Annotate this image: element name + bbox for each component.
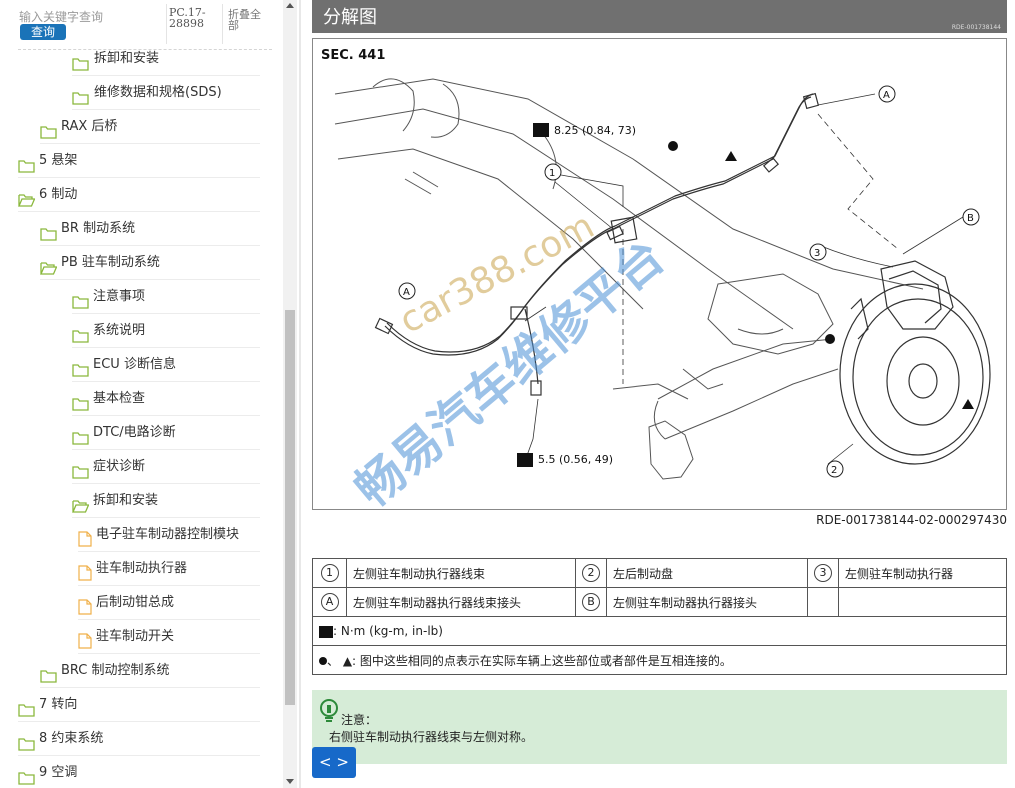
note-box: 注意： 右侧驻车制动执行器线束与左侧对称。 <box>312 690 1007 764</box>
search-button[interactable]: 查询 <box>20 24 66 40</box>
tree-item-label: RAX 后桥 <box>61 119 118 134</box>
tree-item-label: 驻车制动开关 <box>96 629 175 644</box>
folder-open-icon <box>18 187 36 221</box>
folder-open-icon <box>40 255 58 289</box>
legend-table: 1 左侧驻车制动执行器线束 2 左后制动盘 3 左侧驻车制动执行器 A 左侧驻车… <box>312 558 1007 675</box>
tree-item-label: 拆卸和安装 <box>93 493 159 508</box>
lightbulb-icon <box>320 699 338 722</box>
table-row: A 左侧驻车制动器执行器线束接头 B 左侧驻车制动器执行器接头 <box>312 587 1007 617</box>
tree-item-label: 后制动钳总成 <box>96 595 175 610</box>
scroll-down-arrow-icon[interactable] <box>286 779 294 784</box>
legend-text: 左侧驻车制动器执行器线束接头 <box>346 587 576 617</box>
exploded-view-figure: SEC. 441 8.25 (0.84, 73) 5.5 (0.56, 49) … <box>312 38 1007 510</box>
figure-code: RDE-001738144-02-000297430 <box>816 513 1007 527</box>
page-title: 分解图 <box>323 7 377 28</box>
dot-icon <box>319 657 327 665</box>
torque-wrench-icon <box>319 625 333 638</box>
document-code: PC.17-28898 <box>169 6 206 30</box>
left-navigation-pane: 输入关键字查询 查询 PC.17-28898 折叠全部 拆卸和安装 维修数据和规… <box>0 0 283 788</box>
tree-item-label: ECU 诊断信息 <box>93 357 176 372</box>
legend-empty <box>806 587 840 617</box>
sec-label: SEC. 441 <box>321 48 385 63</box>
tree-item-label: 6 制动 <box>39 187 78 202</box>
legend-mark: A <box>312 587 347 617</box>
callout-3: 3 <box>814 248 820 259</box>
callout-b: B <box>967 213 974 224</box>
tree-item[interactable]: 8 约束系统 <box>18 722 260 756</box>
legend-text: 左侧驻车制动执行器 <box>838 558 1007 588</box>
tree-item-label: 症状诊断 <box>93 459 146 474</box>
tree-item[interactable]: ECU 诊断信息 <box>72 348 260 382</box>
legend-mark: 3 <box>806 558 840 588</box>
tree-item[interactable]: 6 制动 <box>18 178 260 212</box>
scrollbar[interactable] <box>283 0 297 788</box>
tree-item-label: 5 悬架 <box>39 153 78 168</box>
tree-item[interactable]: 维修数据和规格(SDS) <box>72 76 260 110</box>
legend-units: : N·m (kg-m, in-lb) <box>312 616 1007 646</box>
tree-item[interactable]: BR 制动系统 <box>40 212 260 246</box>
table-row: : N·m (kg-m, in-lb) <box>312 616 1007 646</box>
tree-item-label: 注意事项 <box>93 289 146 304</box>
torque-label: 8.25 (0.84, 73) <box>554 124 636 137</box>
section-header: 分解图 RDE-001738144 <box>312 0 1007 33</box>
callout-a: A <box>883 90 890 101</box>
tree-item[interactable]: 7 转向 <box>18 688 260 722</box>
tree-item-label: 9 空调 <box>39 765 78 780</box>
tree-item[interactable]: 拆卸和安装 <box>72 42 260 76</box>
content-pane: 分解图 RDE-001738144 SEC. 441 8.25 (0.84, 7… <box>303 0 1015 788</box>
tree-item-label: 基本检查 <box>93 391 146 406</box>
tree-item[interactable]: RAX 后桥 <box>40 110 260 144</box>
legend-symbols: 、 ▲: 图中这些相同的点表示在实际车辆上这些部位或者部件是互相连接的。 <box>312 645 1007 675</box>
table-row: 1 左侧驻车制动执行器线束 2 左后制动盘 3 左侧驻车制动执行器 <box>312 558 1007 588</box>
legend-text: 左侧驻车制动执行器线束 <box>346 558 576 588</box>
tree-item-label: DTC/电路诊断 <box>93 425 176 440</box>
divider <box>166 4 167 44</box>
divider <box>222 4 223 44</box>
tree-item[interactable]: 5 悬架 <box>18 144 260 178</box>
tree-item[interactable]: 系统说明 <box>72 314 260 348</box>
legend-mark: B <box>575 587 607 617</box>
scroll-up-arrow-icon[interactable] <box>286 3 294 8</box>
tree-item-label: 拆卸和安装 <box>94 51 160 66</box>
tree-item-label: PB 驻车制动系统 <box>61 255 160 270</box>
legend-empty <box>838 587 1007 617</box>
table-row: 、 ▲: 图中这些相同的点表示在实际车辆上这些部位或者部件是互相连接的。 <box>312 645 1007 675</box>
tree-item-label: 维修数据和规格(SDS) <box>94 85 222 100</box>
tree-item-label: 系统说明 <box>93 323 146 338</box>
tree-item[interactable]: 9 空调 <box>18 756 260 788</box>
tree-item[interactable]: 驻车制动开关 <box>78 620 260 654</box>
pane-divider[interactable] <box>299 0 301 788</box>
tree-item[interactable]: 电子驻车制动器控制模块 <box>78 518 260 552</box>
tree-item-label: 驻车制动执行器 <box>96 561 188 576</box>
tree-item-label: 8 约束系统 <box>39 731 104 746</box>
scrollbar-thumb[interactable] <box>285 310 295 705</box>
tree-item[interactable]: 驻车制动执行器 <box>78 552 260 586</box>
note-title: 注意： <box>341 713 378 727</box>
legend-text: 左侧驻车制动器执行器接头 <box>606 587 808 617</box>
prev-next-button[interactable]: < > <box>312 747 356 778</box>
tree-item[interactable]: 拆卸和安装 <box>72 484 260 518</box>
callout-2: 2 <box>831 465 837 476</box>
tree-item[interactable]: PB 驻车制动系统 <box>40 246 260 280</box>
tree-item-label: BRC 制动控制系统 <box>61 663 170 678</box>
note-text: 右侧驻车制动执行器线束与左侧对称。 <box>329 730 534 744</box>
tree-item[interactable]: 症状诊断 <box>72 450 260 484</box>
search-input[interactable]: 输入关键字查询 <box>19 8 103 25</box>
tree-item[interactable]: BRC 制动控制系统 <box>40 654 260 688</box>
tree-item-label: 电子驻车制动器控制模块 <box>96 527 240 542</box>
collapse-all-button[interactable]: 折叠全部 <box>228 9 268 31</box>
tree-item-label: 7 转向 <box>39 697 78 712</box>
tree-item[interactable]: 注意事项 <box>72 280 260 314</box>
tree-item[interactable]: 后制动钳总成 <box>78 586 260 620</box>
tree-item[interactable]: DTC/电路诊断 <box>72 416 260 450</box>
tree-item[interactable]: 基本检查 <box>72 382 260 416</box>
torque-label: 5.5 (0.56, 49) <box>538 453 613 466</box>
legend-mark: 2 <box>575 558 607 588</box>
folder-icon <box>18 765 35 788</box>
legend-text: 左后制动盘 <box>606 558 808 588</box>
header-code: RDE-001738144 <box>951 24 1001 31</box>
tree-item-label: BR 制动系统 <box>61 221 136 236</box>
legend-mark: 1 <box>312 558 347 588</box>
callout-1: 1 <box>549 168 555 179</box>
